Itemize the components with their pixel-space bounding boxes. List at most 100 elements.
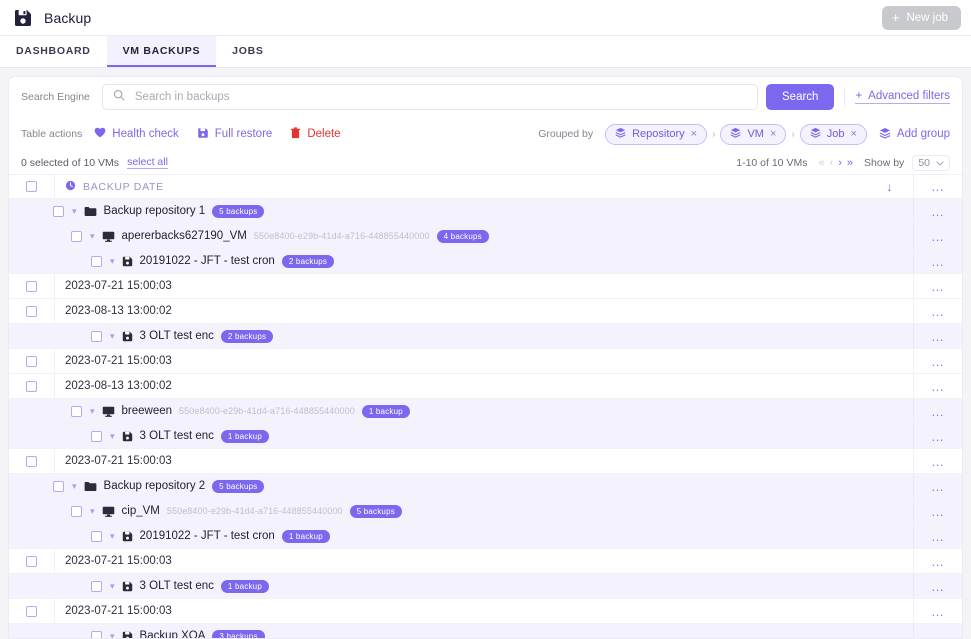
search-input[interactable] bbox=[132, 90, 748, 104]
row-menu-button[interactable]: … bbox=[914, 249, 962, 273]
group-checkbox[interactable] bbox=[91, 630, 102, 638]
row-checkbox[interactable] bbox=[26, 555, 37, 567]
row-menu-button[interactable]: … bbox=[914, 524, 962, 548]
group-chip-job[interactable]: Job × bbox=[799, 123, 867, 145]
group-checkbox[interactable] bbox=[91, 530, 102, 542]
health-check-button[interactable]: Health check bbox=[94, 127, 179, 141]
table-row[interactable]: 2023-07-21 15:00:03… bbox=[9, 549, 962, 574]
group-name: 20191022 - JFT - test cron bbox=[139, 255, 275, 267]
row-menu-button[interactable]: … bbox=[914, 624, 962, 639]
row-checkbox[interactable] bbox=[26, 455, 37, 467]
table-row[interactable]: 2023-07-21 15:00:03… bbox=[9, 274, 962, 299]
new-job-button[interactable]: + New job bbox=[881, 5, 961, 30]
table-group-row[interactable]: ▾ 3 OLT test enc 1 backup… bbox=[9, 424, 962, 449]
chevron-down-icon[interactable]: ▾ bbox=[90, 506, 95, 517]
table-group-row[interactable]: ▾ 3 OLT test enc 1 backup… bbox=[9, 574, 962, 599]
backup-date-label: BACKUP DATE bbox=[83, 180, 164, 193]
first-page-button[interactable]: « bbox=[817, 157, 825, 169]
table-group-row[interactable]: ▾ apererbacks627190_VM 550e8400-e29b-41d4-… bbox=[9, 224, 962, 249]
search-button[interactable]: Search bbox=[766, 84, 835, 110]
group-checkbox[interactable] bbox=[91, 330, 102, 342]
table-row[interactable]: 2023-08-13 13:00:02… bbox=[9, 374, 962, 399]
tab-jobs[interactable]: JOBS bbox=[216, 36, 279, 67]
row-menu-button[interactable]: … bbox=[914, 424, 962, 448]
table-group-row[interactable]: ▾ 3 OLT test enc 2 backups… bbox=[9, 324, 962, 349]
select-all-checkbox[interactable] bbox=[26, 181, 37, 192]
row-checkbox[interactable] bbox=[26, 305, 37, 317]
chevron-down-icon[interactable]: ▾ bbox=[110, 581, 115, 592]
chevron-down-icon[interactable]: ▾ bbox=[110, 256, 115, 267]
group-checkbox[interactable] bbox=[71, 405, 82, 417]
row-menu-button[interactable]: … bbox=[914, 274, 962, 298]
close-icon[interactable]: × bbox=[770, 128, 776, 140]
row-menu-button[interactable]: … bbox=[914, 374, 962, 398]
tab-bar: DASHBOARD VM BACKUPS JOBS bbox=[0, 36, 971, 68]
chevron-down-icon[interactable]: ▾ bbox=[72, 481, 77, 492]
row-menu-button[interactable]: … bbox=[914, 449, 962, 473]
row-menu-button[interactable]: … bbox=[914, 499, 962, 523]
row-menu-button[interactable]: … bbox=[914, 324, 962, 348]
group-checkbox[interactable] bbox=[71, 230, 82, 242]
row-checkbox[interactable] bbox=[26, 605, 37, 617]
row-menu-button[interactable]: … bbox=[914, 299, 962, 323]
group-checkbox[interactable] bbox=[91, 430, 102, 442]
group-chip-vm[interactable]: VM × bbox=[720, 123, 787, 145]
table-row[interactable]: 2023-07-21 15:00:03 … bbox=[9, 599, 962, 624]
row-menu-button[interactable]: … bbox=[914, 399, 962, 423]
row-menu-button[interactable]: … bbox=[914, 574, 962, 598]
row-menu-button[interactable]: … bbox=[914, 599, 962, 623]
advanced-filters-button[interactable]: + Advanced filters bbox=[855, 90, 950, 104]
row-checkbox[interactable] bbox=[26, 280, 37, 292]
close-icon[interactable]: × bbox=[691, 128, 697, 140]
last-page-button[interactable]: » bbox=[846, 157, 854, 169]
sort-direction-button[interactable]: ↓ bbox=[866, 175, 914, 198]
chevron-down-icon[interactable]: ▾ bbox=[90, 406, 95, 417]
page-size-select[interactable]: 50 bbox=[912, 154, 950, 171]
table-row[interactable]: 2023-07-21 15:00:03… bbox=[9, 349, 962, 374]
row-menu-button[interactable]: … bbox=[914, 199, 962, 223]
full-restore-button[interactable]: Full restore bbox=[197, 127, 272, 142]
select-all-link[interactable]: select all bbox=[127, 156, 168, 169]
delete-button[interactable]: Delete bbox=[290, 126, 341, 142]
search-field-wrapper[interactable] bbox=[101, 84, 759, 110]
chevron-down-icon[interactable]: ▾ bbox=[110, 631, 115, 639]
header-menu-button[interactable]: … bbox=[914, 175, 962, 198]
row-menu-button[interactable]: … bbox=[914, 474, 962, 498]
row-checkbox[interactable] bbox=[26, 380, 37, 392]
prev-page-button[interactable]: ‹ bbox=[829, 157, 835, 169]
group-checkbox[interactable] bbox=[53, 480, 64, 492]
table-group-row[interactable]: ▾ 20191022 - JFT - test cron 1 backup… bbox=[9, 524, 962, 549]
backup-date-cell: 2023-07-21 15:00:03 bbox=[65, 605, 172, 617]
tab-vm-backups[interactable]: VM BACKUPS bbox=[106, 36, 217, 67]
table-group-row[interactable]: ▾ Backup XOA 3 backups… bbox=[9, 624, 962, 639]
chevron-down-icon[interactable]: ▾ bbox=[110, 331, 115, 342]
table-group-row[interactable]: ▾ 20191022 - JFT - test cron 2 backups… bbox=[9, 249, 962, 274]
chevron-down-icon[interactable]: ▾ bbox=[110, 531, 115, 542]
chevron-down-icon[interactable]: ▾ bbox=[72, 206, 77, 217]
group-label-cell: ▾ breeween 550e8400-e29b-41d4-a716-4488554… bbox=[9, 399, 866, 423]
app-header: Backup + New job bbox=[0, 0, 971, 36]
chevron-down-icon[interactable]: ▾ bbox=[90, 231, 95, 242]
table-group-row[interactable]: ▾ cip_VM 550e8400-e29b-41d4-a716-448855440… bbox=[9, 499, 962, 524]
next-page-button[interactable]: › bbox=[837, 157, 843, 169]
row-menu-button[interactable]: … bbox=[914, 224, 962, 248]
table-group-row[interactable]: ▾ Backup repository 15 backups… bbox=[9, 199, 962, 224]
group-checkbox[interactable] bbox=[91, 580, 102, 592]
close-icon[interactable]: × bbox=[850, 128, 856, 140]
chevron-down-icon[interactable]: ▾ bbox=[110, 431, 115, 442]
table-group-row[interactable]: ▾ Backup repository 25 backups… bbox=[9, 474, 962, 499]
tab-dashboard[interactable]: DASHBOARD bbox=[0, 36, 107, 67]
table-row[interactable]: 2023-07-21 15:00:03… bbox=[9, 449, 962, 474]
add-group-button[interactable]: Add group bbox=[879, 127, 950, 142]
row-menu-button[interactable]: … bbox=[914, 349, 962, 373]
group-checkbox[interactable] bbox=[53, 205, 64, 217]
group-checkbox[interactable] bbox=[71, 505, 82, 517]
table-row[interactable]: 2023-08-13 13:00:02… bbox=[9, 299, 962, 324]
row-checkbox[interactable] bbox=[26, 355, 37, 367]
row-sort-spacer bbox=[866, 224, 914, 248]
backup-date-column-header[interactable]: BACKUP DATE bbox=[55, 180, 866, 194]
table-group-row[interactable]: ▾ breeween 550e8400-e29b-41d4-a716-4488554… bbox=[9, 399, 962, 424]
row-menu-button[interactable]: … bbox=[914, 549, 962, 573]
group-checkbox[interactable] bbox=[91, 255, 102, 267]
group-chip-repository[interactable]: Repository × bbox=[605, 123, 708, 145]
